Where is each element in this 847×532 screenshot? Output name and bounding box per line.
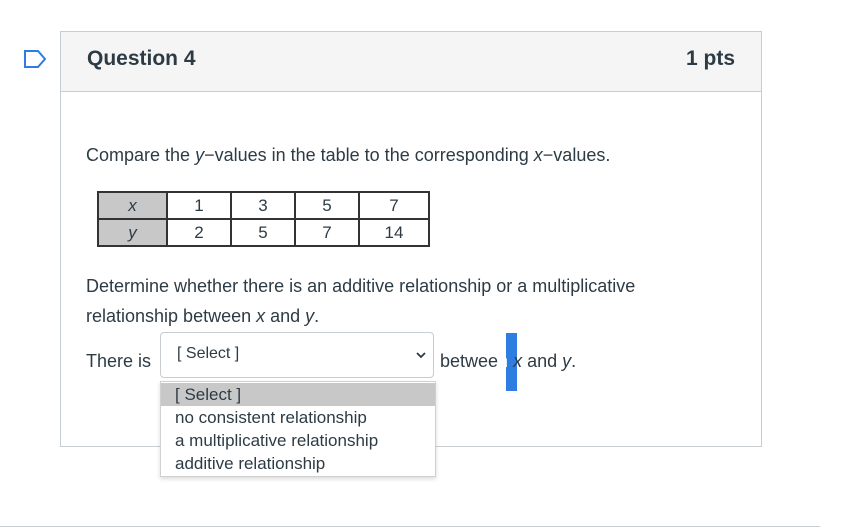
table-cell: 3 [230,191,296,220]
answer-suffix: between x and y. [440,351,577,371]
table-cell: 7 [294,218,360,247]
table-cell: 14 [358,218,430,247]
select-dropdown-list: [ Select ] no consistent relationship a … [160,381,436,477]
table-cell: 1 [166,191,232,220]
question-prompt: Compare the y−values in the table to the… [86,145,611,165]
select-option[interactable]: additive relationship [161,452,435,475]
determine-line-1: Determine whether there is an additive r… [86,276,636,296]
table-cell: 5 [230,218,296,247]
next-card-border [0,526,820,527]
answer-prefix: There is [86,351,152,371]
relationship-select[interactable]: [ Select ] [160,332,434,378]
table-row-y: y 2 5 7 14 [97,218,430,247]
table-row-x: x 1 3 5 7 [97,191,430,220]
question-header: Question 4 1 pts [61,32,761,92]
chevron-down-icon [416,352,426,359]
table-header-x: x [97,191,168,220]
select-option[interactable]: [ Select ] [161,383,435,406]
select-option[interactable]: a multiplicative relationship [161,429,435,452]
determine-line-2: relationship between x and y. [86,306,320,326]
bookmark-flag-icon[interactable] [23,50,47,68]
select-current-value: [ Select ] [177,345,240,362]
table-cell: 2 [166,218,232,247]
select-option[interactable]: no consistent relationship [161,406,435,429]
question-title: Question 4 [87,47,196,70]
table-header-y: y [97,218,168,247]
table-cell: 7 [358,191,430,220]
table-cell: 5 [294,191,360,220]
question-points: 1 pts [685,47,735,70]
xy-table: x 1 3 5 7 y 2 5 7 14 [97,191,430,247]
